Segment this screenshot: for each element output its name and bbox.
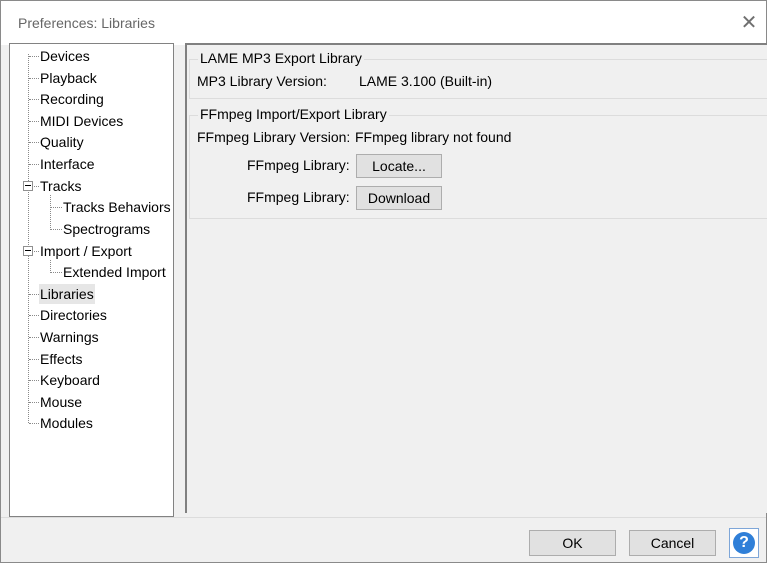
help-button[interactable]: ? — [729, 528, 759, 558]
tree-item-interface[interactable]: Interface — [40, 154, 94, 174]
ffmpeg-download-label: FFmpeg Library: — [247, 189, 350, 205]
tree-item-quality[interactable]: Quality — [40, 132, 84, 152]
tree-item-playback[interactable]: Playback — [40, 68, 97, 88]
footer-separator — [1, 517, 766, 518]
tree-item-spectrograms[interactable]: Spectrograms — [63, 219, 150, 239]
ffmpeg-locate-label: FFmpeg Library: — [247, 157, 350, 173]
close-button[interactable]: ✕ — [734, 5, 764, 41]
tree-item-extended-import[interactable]: Extended Import — [63, 262, 166, 282]
tree-item-effects[interactable]: Effects — [40, 349, 83, 369]
tree-item-warnings[interactable]: Warnings — [40, 327, 99, 347]
tree-item-libraries[interactable]: Libraries — [39, 284, 95, 304]
mp3-version-value: LAME 3.100 (Built-in) — [359, 73, 493, 89]
tree-item-devices[interactable]: Devices — [40, 46, 90, 66]
import-export-collapse-icon[interactable] — [23, 246, 33, 256]
tree-item-mouse[interactable]: Mouse — [40, 392, 82, 412]
close-icon: ✕ — [740, 12, 758, 34]
preferences-tree[interactable]: Devices Playback Recording MIDI Devices … — [9, 43, 174, 517]
title-bar: Preferences: Libraries ✕ — [1, 1, 766, 45]
tree-item-modules[interactable]: Modules — [40, 413, 93, 433]
preferences-dialog: Preferences: Libraries ✕ Devices Playbac… — [0, 0, 767, 563]
window-title: Preferences: Libraries — [18, 15, 155, 31]
ffmpeg-version-label: FFmpeg Library Version: — [197, 129, 351, 145]
tree-connector — [28, 54, 29, 423]
tree-item-keyboard[interactable]: Keyboard — [40, 370, 100, 390]
cancel-button[interactable]: Cancel — [629, 530, 716, 556]
tree-item-tracks-behaviors[interactable]: Tracks Behaviors — [63, 197, 171, 217]
help-icon: ? — [733, 532, 755, 554]
tree-item-recording[interactable]: Recording — [40, 89, 104, 109]
tree-item-import-export[interactable]: Import / Export — [40, 241, 132, 261]
locate-button[interactable]: Locate... — [356, 154, 442, 178]
mp3-version-label: MP3 Library Version: — [197, 73, 327, 89]
tree-connector — [50, 195, 51, 230]
download-button[interactable]: Download — [356, 186, 442, 210]
ffmpeg-group-title: FFmpeg Import/Export Library — [198, 106, 389, 122]
ok-button[interactable]: OK — [529, 530, 616, 556]
tracks-collapse-icon[interactable] — [23, 181, 33, 191]
ffmpeg-version-value: FFmpeg library not found — [355, 129, 512, 145]
lame-group-title: LAME MP3 Export Library — [198, 50, 364, 66]
tree-item-tracks[interactable]: Tracks — [40, 176, 81, 196]
tree-item-directories[interactable]: Directories — [40, 305, 107, 325]
tree-item-midi-devices[interactable]: MIDI Devices — [40, 111, 123, 131]
